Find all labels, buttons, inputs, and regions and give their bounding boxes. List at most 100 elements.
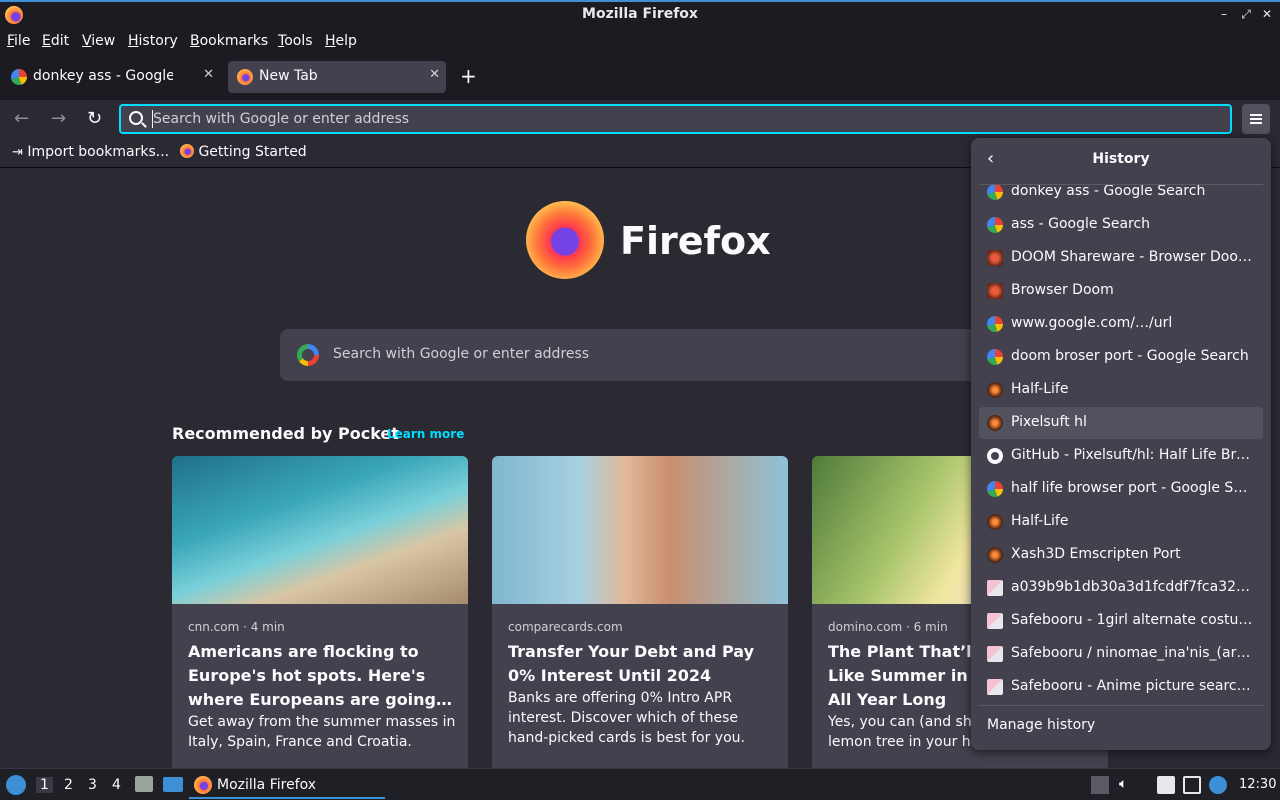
menu-history[interactable]: History (128, 33, 178, 49)
half-life-icon (987, 415, 1003, 431)
history-item-label: Safebooru / ninomae_ina'nis_(artist) (1011, 645, 1255, 661)
file-manager-icon[interactable] (135, 776, 153, 792)
history-item[interactable]: GitHub - Pixelsuft/hl: Half Life Bro… (979, 440, 1263, 472)
image-icon (987, 613, 1003, 629)
bookmark-label: Import bookmarks... (27, 144, 170, 160)
menu-view[interactable]: View (82, 33, 115, 49)
newtab-search-placeholder: Search with Google or enter address (333, 346, 590, 362)
new-tab-button[interactable]: + (460, 64, 477, 88)
google-icon (987, 349, 1003, 365)
history-item-label: a039b9b1db30a3d1fcddf7fca329… (1011, 579, 1255, 595)
history-item-label: Half-Life (1011, 381, 1069, 397)
address-bar[interactable]: Search with Google or enter address (119, 104, 1232, 134)
history-item[interactable]: Browser Doom (979, 275, 1263, 307)
pocket-learn-more-link[interactable]: Learn more (387, 427, 464, 441)
history-item[interactable]: half life browser port - Google Sea… (979, 473, 1263, 505)
history-item[interactable]: Pixelsuft hl (979, 407, 1263, 439)
bookmark-label: Getting Started (198, 144, 307, 160)
history-item-label: Half-Life (1011, 513, 1069, 529)
history-item[interactable]: DOOM Shareware - Browser Doom… (979, 242, 1263, 274)
reload-icon[interactable]: ↻ (87, 108, 102, 129)
network-icon[interactable] (1183, 776, 1201, 794)
close-tab-icon[interactable]: ✕ (429, 67, 440, 82)
workspace-1[interactable]: 1 (36, 777, 53, 793)
pocket-card[interactable]: comparecards.com Transfer Your Debt and … (492, 456, 788, 768)
workspace-4[interactable]: 4 (112, 777, 121, 793)
card-excerpt: Get away from the summer masses in Italy… (188, 714, 456, 750)
card-headline: Americans are flocking to Europe's hot s… (188, 642, 453, 709)
history-item-label: DOOM Shareware - Browser Doom… (1011, 249, 1255, 265)
history-item[interactable]: www.google.com/…/url (979, 308, 1263, 340)
history-item-label: half life browser port - Google Sea… (1011, 480, 1255, 496)
history-item[interactable]: Safebooru / ninomae_ina'nis_(artist) (979, 638, 1263, 670)
menu-edit[interactable]: Edit (42, 33, 69, 49)
manage-history-button[interactable]: Manage history (987, 717, 1095, 733)
back-arrow-icon[interactable]: ← (14, 108, 29, 129)
history-item[interactable]: Safebooru - Anime picture search … (979, 671, 1263, 703)
github-icon (987, 448, 1003, 464)
getting-started-bookmark[interactable]: Getting Started (180, 144, 307, 160)
workspace-2[interactable]: 2 (64, 777, 73, 793)
history-item-label: ass - Google Search (1011, 216, 1151, 232)
history-item-label: Xash3D Emscripten Port (1011, 546, 1181, 562)
card-source: cnn.com · 4 min (188, 620, 285, 634)
start-menu-icon[interactable] (6, 775, 26, 795)
google-icon (11, 69, 27, 85)
history-item[interactable]: donkey ass - Google Search (979, 185, 1263, 208)
history-item[interactable]: Half-Life (979, 374, 1263, 406)
half-life-icon (987, 514, 1003, 530)
desktop-taskbar: 1 2 3 4 Mozilla Firefox 🔈︎ 12:30 (0, 768, 1280, 800)
card-excerpt: Banks are offering 0% Intro APR interest… (508, 690, 745, 746)
close-window-button[interactable]: ✕ (1259, 7, 1275, 21)
menu-tools[interactable]: Tools (278, 33, 313, 49)
firefox-icon (180, 144, 194, 158)
firefox-wordmark: Firefox (620, 219, 771, 263)
taskbar-firefox-item[interactable]: Mozilla Firefox (189, 771, 385, 799)
menu-bookmarks[interactable]: Bookmarks (190, 33, 268, 49)
tab-strip: donkey ass - Google Search ✕ New Tab ✕ + (0, 54, 1280, 100)
history-item-label: GitHub - Pixelsuft/hl: Half Life Bro… (1011, 447, 1255, 463)
history-item[interactable]: Safebooru - 1girl alternate costum… (979, 605, 1263, 637)
history-item-label: donkey ass - Google Search (1011, 185, 1206, 199)
card-source: domino.com · 6 min (828, 620, 948, 634)
notification-icon[interactable] (1209, 776, 1227, 794)
history-item-label: Browser Doom (1011, 282, 1114, 298)
taskbar-app-title: Mozilla Firefox (217, 777, 317, 793)
show-desktop-icon[interactable] (163, 777, 183, 792)
history-item-label: doom broser port - Google Search (1011, 348, 1249, 364)
history-item[interactable]: doom broser port - Google Search (979, 341, 1263, 373)
tab-donkey-search[interactable]: donkey ass - Google Search ✕ (2, 61, 220, 93)
history-item[interactable]: ass - Google Search (979, 209, 1263, 241)
tray-up-icon[interactable] (1091, 776, 1109, 794)
app-menu-button[interactable] (1242, 104, 1270, 134)
import-bookmarks-item[interactable]: ⇥ Import bookmarks... (12, 144, 169, 160)
menu-file[interactable]: File (7, 33, 30, 49)
import-icon: ⇥ (12, 145, 23, 160)
divider (979, 705, 1263, 706)
menu-bar: File Edit View History Bookmarks Tools H… (0, 30, 1280, 54)
volume-icon[interactable]: 🔈︎ (1119, 776, 1137, 794)
newtab-search-box[interactable]: Search with Google or enter address (280, 329, 1000, 381)
history-item[interactable]: Half-Life (979, 506, 1263, 538)
forward-arrow-icon[interactable]: → (51, 108, 66, 129)
minimize-button[interactable]: – (1216, 7, 1232, 21)
tab-title: donkey ass - Google Search (33, 68, 173, 84)
firefox-icon (194, 776, 212, 794)
tab-new-tab[interactable]: New Tab ✕ (228, 61, 446, 93)
card-image (492, 456, 788, 604)
clipboard-icon[interactable] (1157, 776, 1175, 794)
history-item[interactable]: Xash3D Emscripten Port (979, 539, 1263, 571)
menu-help[interactable]: Help (325, 33, 357, 49)
google-icon (987, 217, 1003, 233)
history-item[interactable]: a039b9b1db30a3d1fcddf7fca329… (979, 572, 1263, 604)
workspace-3[interactable]: 3 (88, 777, 97, 793)
maximize-button[interactable]: ⤢ (1238, 7, 1254, 22)
doom-icon (987, 250, 1003, 266)
navigation-toolbar: ← → ↻ Search with Google or enter addres… (0, 100, 1280, 138)
google-icon (987, 316, 1003, 332)
pocket-card[interactable]: cnn.com · 4 min Americans are flocking t… (172, 456, 468, 768)
clock: 12:30 (1239, 777, 1277, 792)
history-list[interactable]: donkey ass - Google Search ass - Google S… (979, 185, 1263, 703)
close-tab-icon[interactable]: ✕ (203, 67, 214, 82)
history-panel-title: History (1092, 151, 1150, 167)
